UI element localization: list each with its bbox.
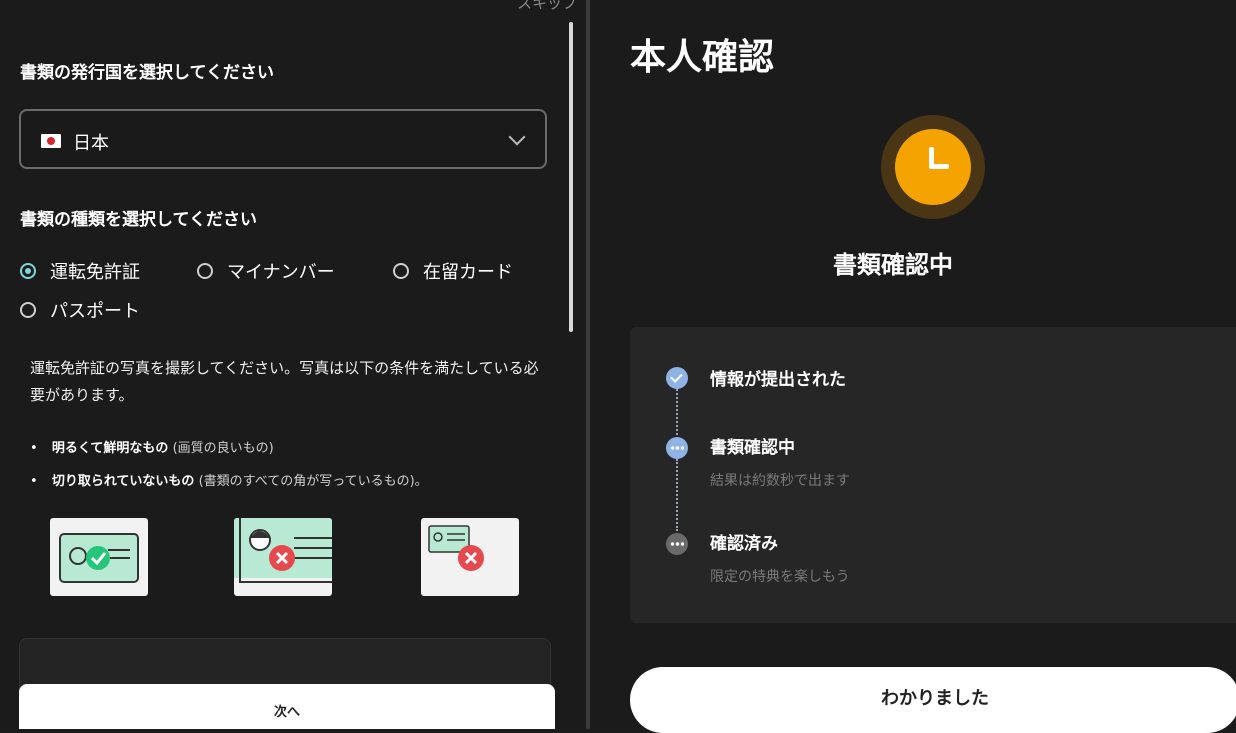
scrollbar[interactable] — [569, 22, 573, 332]
check-icon — [666, 367, 688, 389]
requirement-main: 明るくて鮮明なもの — [51, 441, 169, 456]
requirement-item: 切り取られていないもの (書類のすべての角が写っているもの)。 — [30, 470, 428, 489]
japan-flag-icon — [41, 134, 61, 148]
ok-button[interactable]: わかりました — [630, 667, 1236, 733]
step-label: 書類確認中 — [710, 438, 795, 458]
radio-passport[interactable]: パスポート — [20, 297, 140, 323]
step-label: 情報が提出された — [710, 370, 846, 390]
radio-checked-icon — [20, 263, 36, 279]
radio-label: 運転免許証 — [50, 262, 140, 283]
radio-drivers-license[interactable]: 運転免許証 — [20, 258, 140, 284]
radio-label: 在留カード — [423, 262, 513, 283]
radio-my-number[interactable]: マイナンバー — [197, 258, 335, 284]
progress-timeline: 情報が提出された 書類確認中 結果は約数秒で出ます 確認済み 限定の特典を楽しも… — [630, 327, 1236, 623]
country-section-title: 書類の発行国を選択してください — [20, 63, 274, 83]
next-button[interactable]: 次へ — [19, 684, 555, 729]
verification-status-panel: 本人確認 書類確認中 情報が提出された 書類確認中 結果は約数秒で出ます 確認済… — [590, 0, 1236, 733]
country-select-value: 日本 — [73, 133, 109, 154]
timeline-connector — [676, 459, 678, 531]
radio-unchecked-icon — [20, 302, 36, 318]
requirement-sub: (画質の良いもの) — [172, 441, 274, 456]
document-upload-panel: スキップ 書類の発行国を選択してください 日本 書類の種類を選択してください 運… — [0, 0, 586, 729]
photo-instruction: 運転免許証の写真を撮影してください。写真は以下の条件を満たしている必要があります… — [30, 359, 539, 404]
radio-label: マイナンバー — [227, 262, 335, 283]
requirement-sub: (書類のすべての角が写っているもの)。 — [198, 474, 428, 489]
step-label: 確認済み — [710, 534, 778, 554]
clock-icon — [881, 115, 985, 219]
sample-far-image — [421, 518, 519, 596]
requirement-item: 明るくて鮮明なもの (画質の良いもの) — [30, 437, 274, 456]
in-progress-icon — [666, 437, 688, 459]
page-title: 本人確認 — [630, 37, 775, 78]
sample-good-image — [50, 518, 148, 596]
radio-label: パスポート — [50, 301, 140, 322]
sample-cropped-image — [234, 518, 332, 596]
step-sub: 限定の特典を楽しもう — [710, 569, 850, 585]
requirement-main: 切り取られていないもの — [51, 474, 195, 489]
doc-type-section-title: 書類の種類を選択してください — [20, 210, 257, 230]
chevron-down-icon — [508, 128, 526, 146]
pending-icon — [666, 533, 688, 555]
radio-unchecked-icon — [393, 263, 409, 279]
radio-residence-card[interactable]: 在留カード — [393, 258, 513, 284]
skip-link[interactable]: スキップ — [517, 0, 577, 13]
timeline-connector — [676, 389, 678, 435]
country-select[interactable]: 日本 — [19, 109, 547, 169]
radio-unchecked-icon — [197, 263, 213, 279]
step-sub: 結果は約数秒で出ます — [710, 473, 850, 489]
status-title: 書類確認中 — [833, 251, 953, 279]
